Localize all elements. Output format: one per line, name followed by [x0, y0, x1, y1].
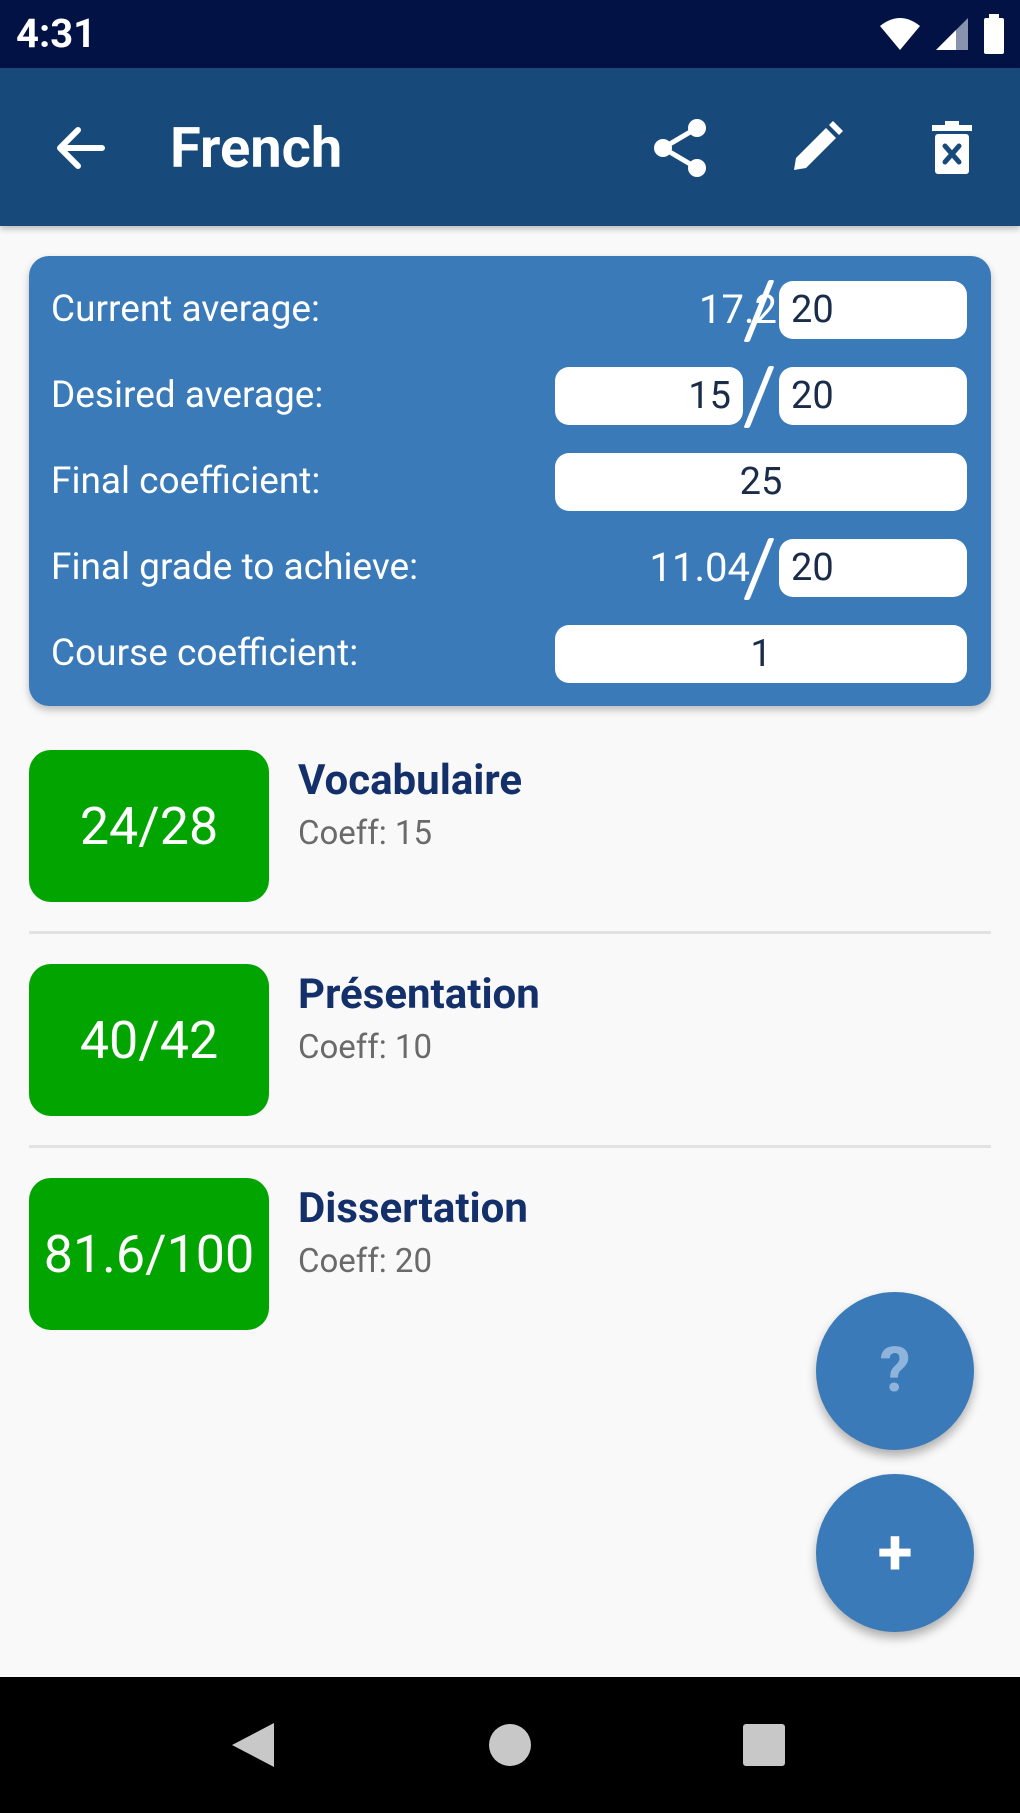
course-coefficient-label: Course coefficient:: [51, 632, 359, 675]
grade-name: Dissertation: [298, 1184, 528, 1233]
share-icon: [654, 119, 706, 177]
grade-name: Présentation: [298, 970, 540, 1019]
help-icon: ?: [879, 1334, 911, 1407]
share-button[interactable]: [644, 112, 716, 184]
desired-average-scale-field[interactable]: 20: [779, 367, 967, 425]
status-time: 4:31: [16, 10, 97, 57]
current-average-scale-field[interactable]: 20: [779, 281, 967, 339]
status-bar: 4:31: [0, 0, 1020, 68]
current-average-label: Current average:: [51, 288, 321, 331]
slash-divider: [743, 366, 775, 428]
plus-icon: +: [877, 1515, 913, 1590]
grade-score-badge: 24/28: [29, 750, 269, 902]
edit-button[interactable]: [780, 112, 852, 184]
grade-coeff: Coeff: 10: [298, 1028, 433, 1067]
grade-coeff: Coeff: 15: [298, 814, 433, 853]
final-coefficient-field[interactable]: 25: [555, 453, 967, 511]
nav-recents-icon[interactable]: [742, 1723, 786, 1767]
final-grade-label: Final grade to achieve:: [51, 546, 419, 589]
grade-coeff: Coeff: 20: [298, 1242, 433, 1281]
grade-score-badge: 81.6/100: [29, 1178, 269, 1330]
final-grade-value: 11.04: [649, 544, 750, 591]
grade-score-badge: 40/42: [29, 964, 269, 1116]
divider: [29, 1145, 991, 1148]
grade-name: Vocabulaire: [298, 756, 523, 805]
pencil-icon: [794, 121, 843, 170]
desired-average-field[interactable]: 15: [555, 367, 743, 425]
desired-average-label: Desired average:: [51, 374, 324, 417]
list-item[interactable]: 40/42 Présentation Coeff: 10: [29, 964, 991, 1116]
help-button[interactable]: ?: [816, 1292, 974, 1450]
summary-card: Current average: 17.2 20 Desired average…: [29, 256, 991, 706]
course-coefficient-field[interactable]: 1: [555, 625, 967, 683]
add-grade-button[interactable]: +: [816, 1474, 974, 1632]
status-icons: [878, 12, 1006, 56]
divider: [29, 931, 991, 934]
delete-icon: [932, 121, 972, 174]
wifi-icon: [880, 18, 920, 50]
battery-icon: [984, 14, 1004, 54]
nav-back-icon[interactable]: [230, 1721, 276, 1769]
nav-home-icon[interactable]: [488, 1723, 532, 1767]
system-nav-bar: [0, 1677, 1020, 1813]
final-grade-scale-field[interactable]: 20: [779, 539, 967, 597]
signal-icon: [936, 18, 968, 50]
arrow-left-icon: [57, 127, 105, 169]
back-button[interactable]: [44, 112, 116, 184]
final-coefficient-label: Final coefficient:: [51, 460, 321, 503]
app-bar: French: [0, 68, 1020, 226]
list-item[interactable]: 24/28 Vocabulaire Coeff: 15: [29, 750, 991, 902]
delete-button[interactable]: [916, 112, 988, 184]
page-title: French: [170, 115, 343, 181]
